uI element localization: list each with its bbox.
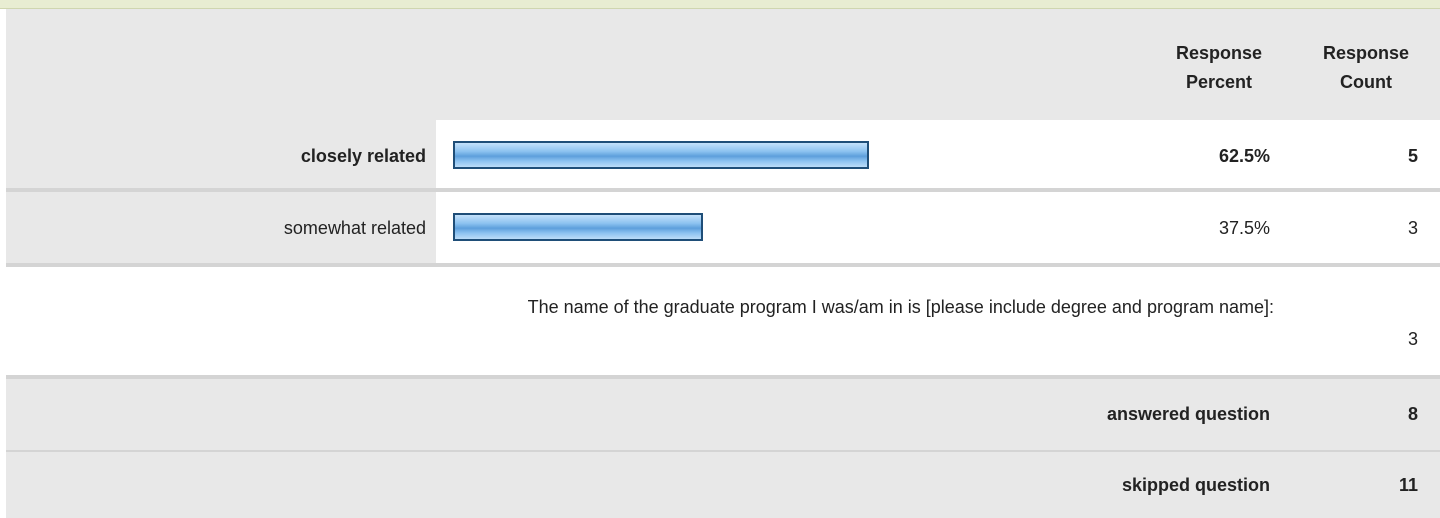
other-response-count[interactable]: 3 <box>1408 327 1418 351</box>
header-response-percent: Response Percent <box>1175 43 1263 92</box>
response-bar-track <box>453 213 703 241</box>
response-bar-track <box>453 141 869 169</box>
table-row: closely related 62.5% 5 <box>6 120 1440 190</box>
top-accent-strip <box>0 0 1440 9</box>
response-count-value: 5 <box>1407 146 1418 166</box>
answer-option-label: closely related <box>300 146 426 166</box>
table-row: somewhat related 37.5% 3 <box>6 192 1440 263</box>
response-percent-value: 62.5% <box>1218 146 1270 166</box>
answered-question-count: 8 <box>1407 404 1418 424</box>
header-response-count: Response Count <box>1322 43 1410 92</box>
other-response-prompt: The name of the graduate program I was/a… <box>527 297 1274 317</box>
response-bar <box>453 141 869 169</box>
answer-option-label: somewhat related <box>283 218 426 238</box>
row-divider <box>6 263 1440 267</box>
row-label-cell: closely related <box>6 120 436 190</box>
answered-question-label: answered question <box>1106 404 1270 424</box>
response-count-value: 3 <box>1407 218 1418 238</box>
response-bar <box>453 213 703 241</box>
skipped-question-row: skipped question 11 <box>6 452 1440 518</box>
survey-results-table: Response Percent Response Count closely … <box>0 0 1440 518</box>
row-label-cell: somewhat related <box>6 192 436 263</box>
table-header-row: Response Percent Response Count <box>6 9 1440 120</box>
skipped-question-count: 11 <box>1398 475 1418 495</box>
skipped-question-label: skipped question <box>1121 475 1270 495</box>
answered-question-row: answered question 8 <box>6 379 1440 450</box>
other-text-response-row: The name of the graduate program I was/a… <box>6 268 1440 375</box>
response-percent-value: 37.5% <box>1218 218 1270 238</box>
